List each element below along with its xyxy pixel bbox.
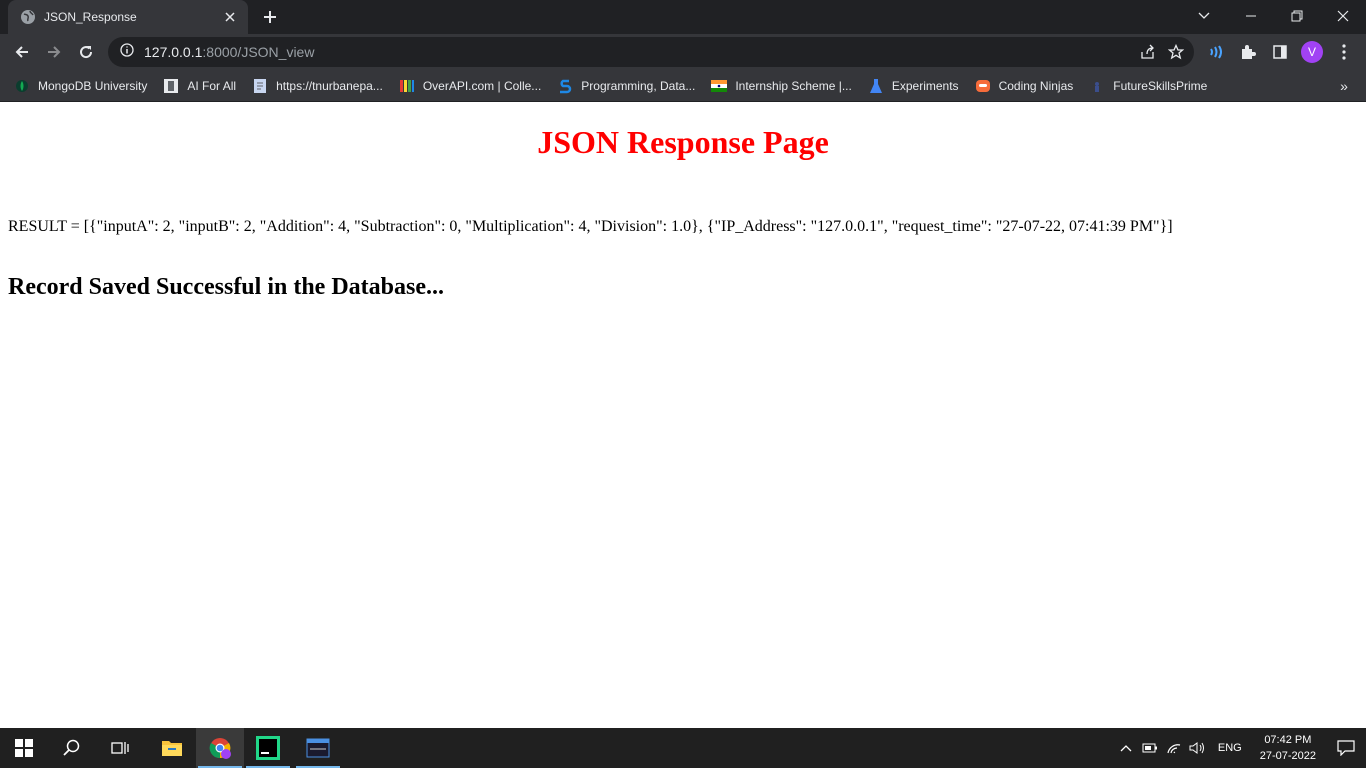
reload-button[interactable]: [72, 38, 100, 66]
result-text: RESULT = [{"inputA": 2, "inputB": 2, "Ad…: [8, 218, 1173, 235]
notifications-icon[interactable]: [1326, 728, 1366, 768]
bookmark-overapi[interactable]: OverAPI.com | Colle...: [393, 73, 547, 99]
bookmark-tnurbanepay[interactable]: https://tnurbanepa...: [246, 73, 389, 99]
india-flag-icon: [711, 78, 728, 94]
search-icon[interactable]: [48, 728, 96, 768]
mysql-icon[interactable]: [294, 728, 342, 768]
more-menu-icon[interactable]: [1328, 38, 1360, 66]
tab-search-chevron-icon[interactable]: [1190, 5, 1218, 27]
share-icon[interactable]: [1134, 40, 1162, 64]
chevron-up-icon[interactable]: [1114, 728, 1138, 768]
clock-date: 27-07-2022: [1259, 750, 1316, 762]
url-text[interactable]: 127.0.0.1:8000/JSON_view: [144, 44, 314, 60]
bookmark-experiments[interactable]: Experiments: [862, 73, 965, 99]
windows-taskbar: ENG 07:42 PM 27-07-2022: [0, 728, 1366, 768]
mongodb-leaf-icon: [14, 78, 30, 94]
extension-wave-icon[interactable]: [1200, 38, 1232, 66]
close-window-button[interactable]: [1320, 0, 1366, 32]
wifi-icon[interactable]: [1162, 728, 1186, 768]
bookmarks-bar: MongoDB University AI For All https://tn…: [0, 70, 1366, 102]
bookmark-futureskillsprime[interactable]: FutureSkillsPrime: [1083, 73, 1213, 99]
url-host: 127.0.0.1: [144, 44, 203, 60]
forward-button[interactable]: [40, 38, 68, 66]
language-indicator[interactable]: ENG: [1210, 742, 1250, 754]
new-tab-button[interactable]: [258, 6, 282, 28]
restore-button[interactable]: [1274, 0, 1320, 32]
document-icon: [252, 78, 268, 94]
status-message: Record Saved Successful in the Database.…: [8, 274, 444, 300]
pycharm-icon[interactable]: [244, 728, 292, 768]
browser-toolbar: 127.0.0.1:8000/JSON_view V: [0, 34, 1366, 70]
futureskills-icon: [1089, 78, 1105, 94]
clock[interactable]: 07:42 PM 27-07-2022: [1250, 732, 1326, 764]
browser-tab[interactable]: JSON_Response: [8, 0, 248, 34]
page-content: JSON Response Page RESULT = [{"inputA": …: [0, 103, 1366, 728]
close-tab-icon[interactable]: [220, 7, 240, 27]
bookmark-programming-data[interactable]: Programming, Data...: [551, 73, 701, 99]
bookmark-coding-ninjas[interactable]: Coding Ninjas: [969, 73, 1080, 99]
tab-title: JSON_Response: [44, 10, 137, 24]
system-tray: ENG 07:42 PM 27-07-2022: [1114, 728, 1366, 768]
clock-time: 07:42 PM: [1264, 734, 1312, 746]
address-bar[interactable]: 127.0.0.1:8000/JSON_view: [108, 37, 1194, 67]
chrome-taskbar-icon[interactable]: [196, 728, 244, 768]
globe-icon: [20, 9, 36, 25]
task-view-icon[interactable]: [96, 728, 144, 768]
avatar: V: [1301, 41, 1323, 63]
bookmark-mongodb-university[interactable]: MongoDB University: [8, 73, 153, 99]
ai-for-all-icon: [163, 78, 179, 94]
s-logo-icon: [557, 78, 573, 94]
page-title: JSON Response Page: [537, 124, 829, 160]
window-controls: [1228, 0, 1366, 32]
profile-button[interactable]: V: [1296, 38, 1328, 66]
tab-strip: JSON_Response: [0, 0, 1366, 34]
bookmarks-overflow-chevron-icon[interactable]: »: [1334, 76, 1354, 96]
battery-icon[interactable]: [1138, 728, 1162, 768]
bookmark-internship-scheme[interactable]: Internship Scheme |...: [705, 73, 858, 99]
info-icon[interactable]: [120, 42, 134, 62]
overapi-icon: [399, 78, 415, 94]
volume-icon[interactable]: [1186, 728, 1210, 768]
extensions-puzzle-icon[interactable]: [1232, 38, 1264, 66]
side-panel-icon[interactable]: [1264, 38, 1296, 66]
back-button[interactable]: [8, 38, 36, 66]
coding-ninjas-icon: [975, 78, 991, 94]
url-path: :8000/JSON_view: [202, 44, 315, 60]
start-button[interactable]: [0, 728, 48, 768]
bookmark-star-icon[interactable]: [1162, 40, 1190, 64]
file-explorer-icon[interactable]: [148, 728, 196, 768]
flask-icon: [868, 78, 884, 94]
bookmark-ai-for-all[interactable]: AI For All: [157, 73, 242, 99]
minimize-button[interactable]: [1228, 0, 1274, 32]
